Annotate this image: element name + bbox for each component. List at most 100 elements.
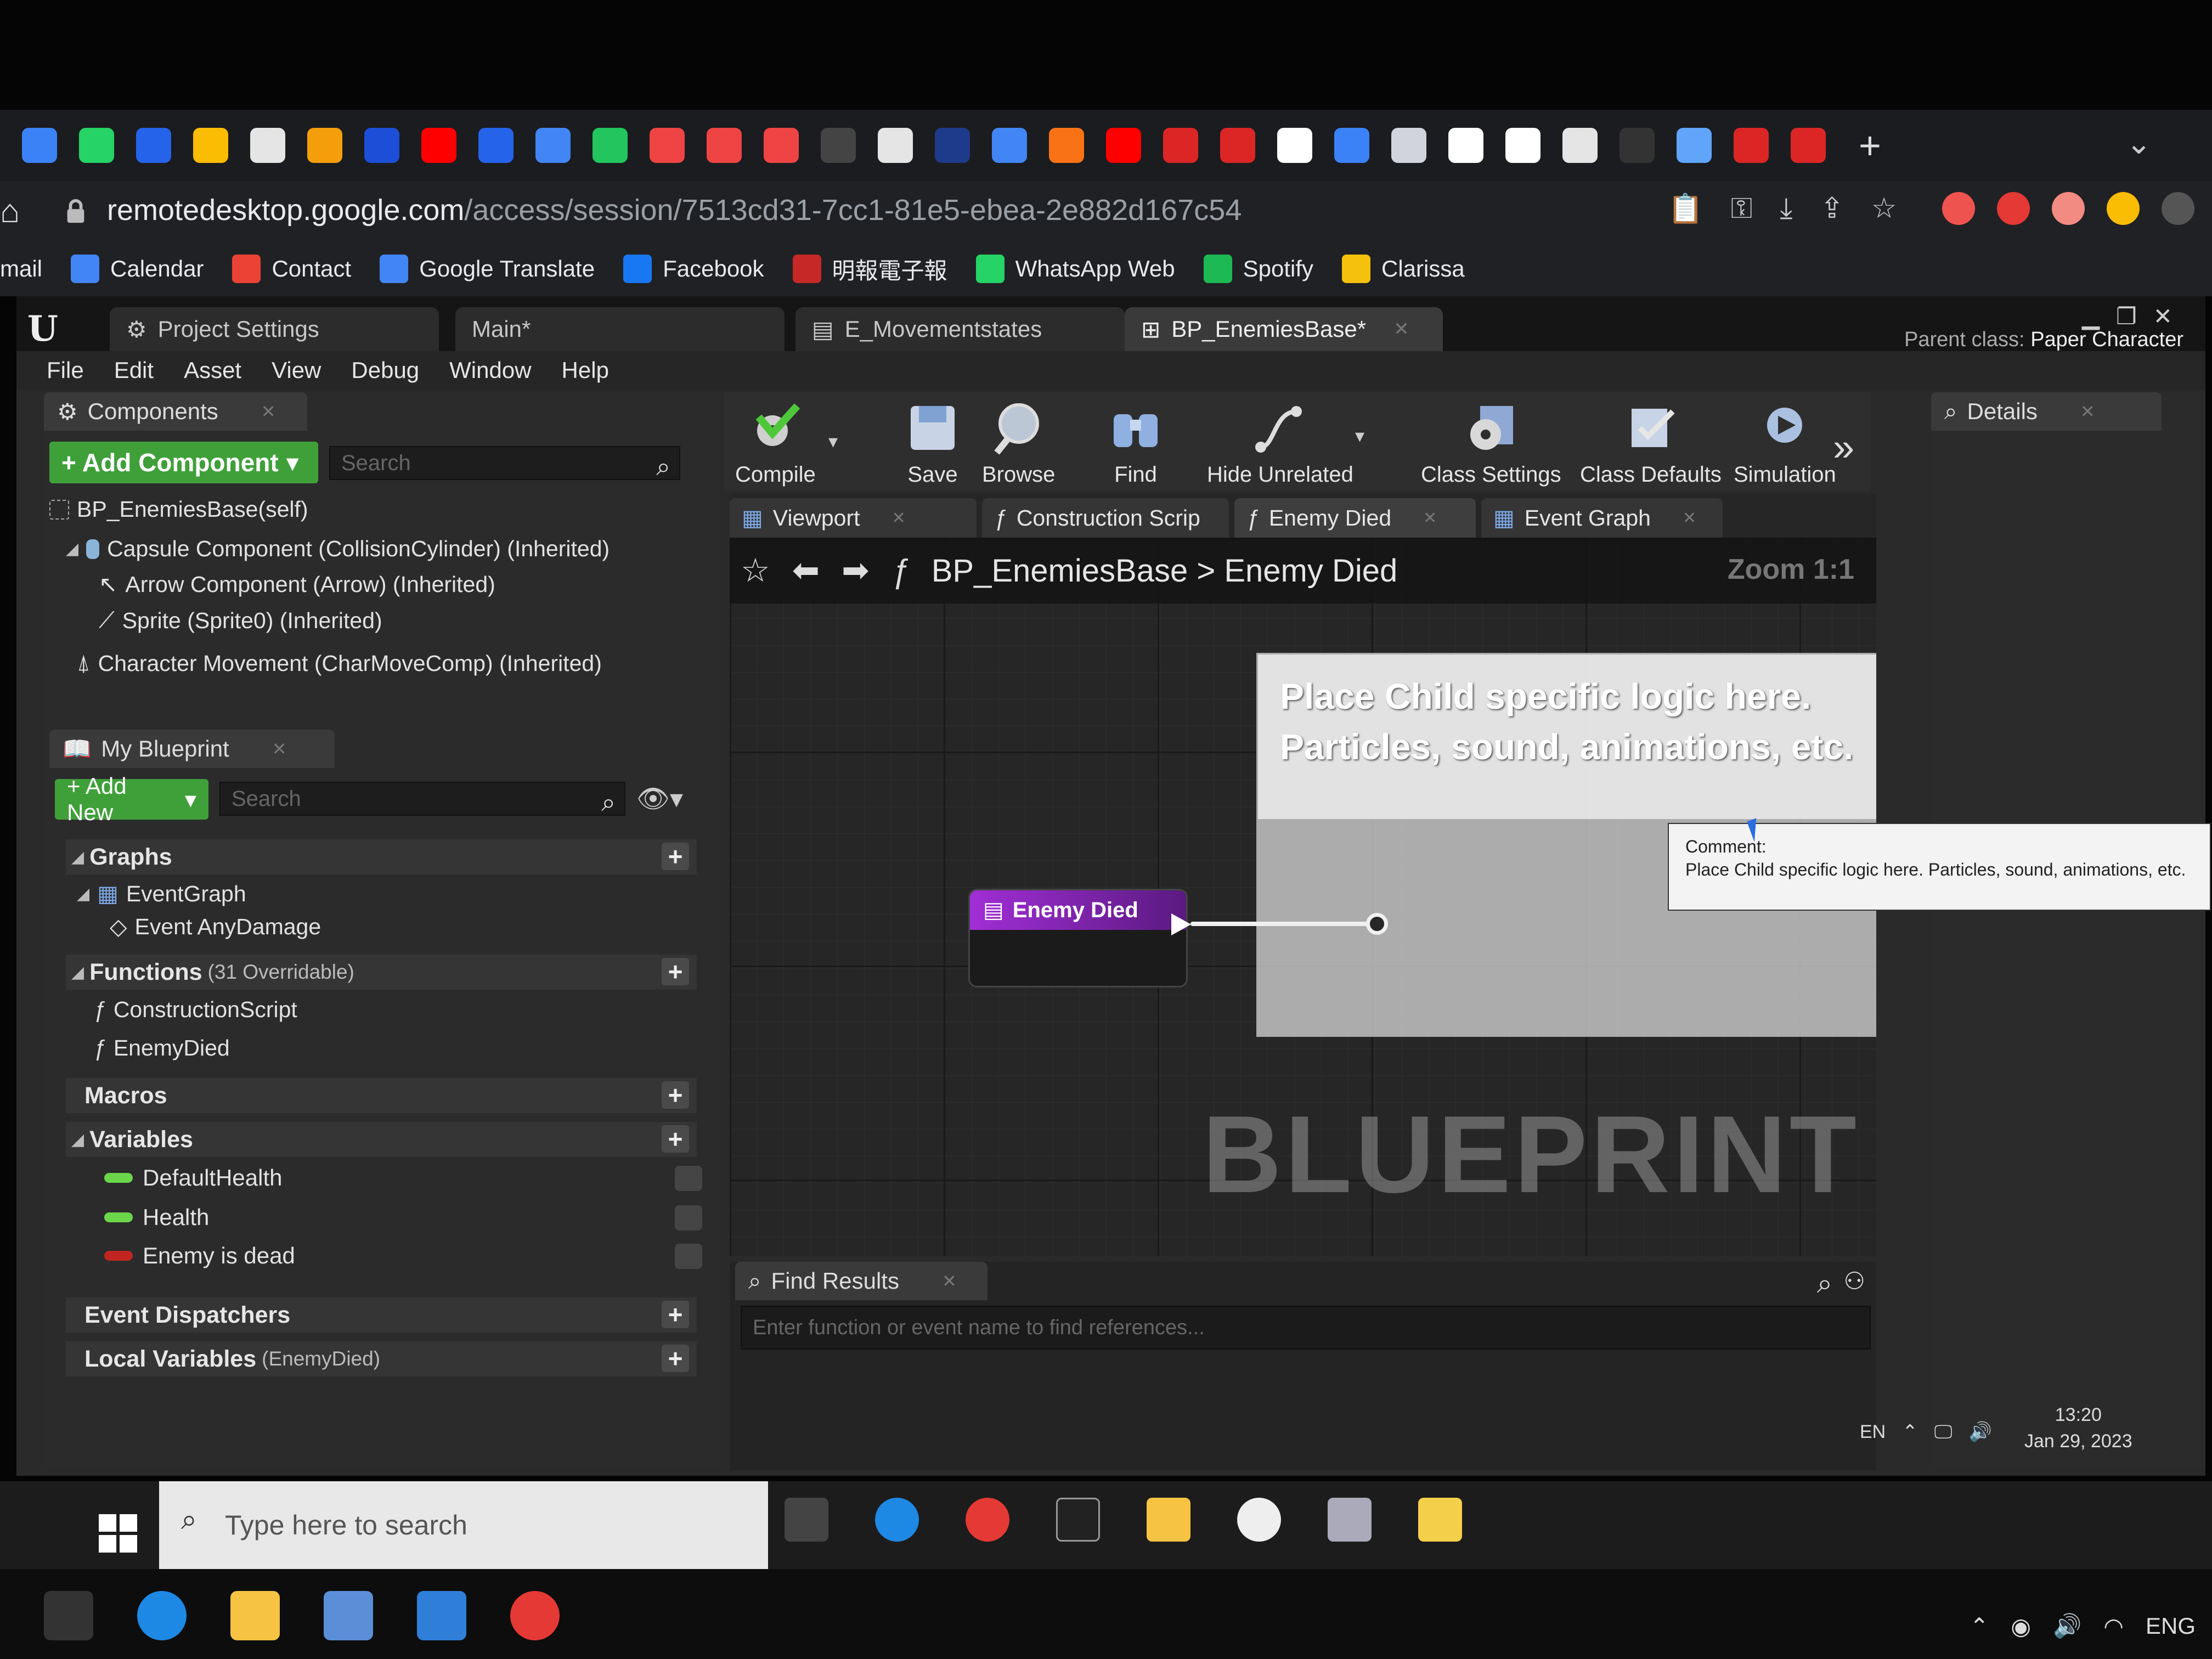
components-tab[interactable]: ⚙ Components ✕ (44, 392, 307, 431)
find-button[interactable]: Find (1103, 398, 1169, 487)
browser-tab-favicon-icon[interactable] (707, 128, 742, 163)
close-icon[interactable]: ✕ (1423, 509, 1437, 528)
bookmark-item[interactable]: 明報電子報 (792, 252, 947, 286)
exec-pin-icon[interactable] (1171, 913, 1191, 935)
lock-icon[interactable] (65, 199, 87, 224)
power-icon[interactable] (2162, 192, 2194, 225)
expand-triangle-icon[interactable]: ◢ (66, 539, 78, 558)
browser-tab-favicon-icon[interactable] (22, 128, 57, 163)
close-icon[interactable]: ✕ (261, 401, 276, 422)
camera-icon[interactable]: ◉ (2011, 1613, 2031, 1640)
epic-games-icon[interactable] (1056, 1498, 1100, 1542)
search-icon[interactable]: ⌕ (1817, 1267, 1832, 1300)
enemy-died-node[interactable]: ▤ Enemy Died (968, 889, 1188, 988)
chrome-icon[interactable] (510, 1591, 560, 1640)
close-icon[interactable]: ✕ (2080, 401, 2095, 422)
browser-tab-favicon-icon[interactable] (878, 128, 913, 163)
expand-triangle-icon[interactable]: ◢ (71, 1130, 84, 1149)
close-icon[interactable]: ✕ (1683, 509, 1696, 528)
browser-tab-favicon-icon[interactable] (1334, 128, 1369, 163)
star-icon[interactable]: ☆ (741, 551, 770, 590)
expand-triangle-icon[interactable]: ◢ (77, 884, 89, 904)
wifi-icon[interactable]: ◠ (2103, 1613, 2124, 1640)
browser-tab-favicon-icon[interactable] (1163, 128, 1198, 163)
chevron-up-icon[interactable]: ⌃ (1902, 1421, 1918, 1443)
share-icon[interactable]: ⇪ (1820, 192, 1844, 225)
expand-triangle-icon[interactable]: ◢ (71, 848, 84, 867)
taskbar-search-input[interactable]: ⌕ Type here to search (159, 1481, 768, 1569)
browser-tab-favicon-icon[interactable] (1391, 128, 1426, 163)
chrome-icon[interactable] (966, 1498, 1009, 1542)
tab-bp-enemiesbase[interactable]: ⊞ BP_EnemiesBase* ✕ (1125, 307, 1443, 351)
browser-tab-favicon-icon[interactable] (592, 128, 628, 163)
volume-icon[interactable]: 🔊 (1969, 1421, 1992, 1443)
new-tab-button[interactable]: + (1859, 123, 1881, 167)
unreal-engine-icon[interactable] (1237, 1498, 1281, 1542)
extension-icon[interactable] (2107, 192, 2140, 225)
browser-tab-favicon-icon[interactable] (1505, 128, 1541, 163)
extension-icon[interactable] (1997, 192, 2030, 225)
browser-tab-favicon-icon[interactable] (650, 128, 685, 163)
minimize-button[interactable]: ▁ (2082, 303, 2100, 330)
bookmark-item[interactable]: Contact (232, 255, 351, 283)
class-defaults-button[interactable]: Class Defaults (1580, 398, 1722, 487)
add-function-button[interactable]: + (662, 957, 689, 986)
file-explorer-icon[interactable] (1147, 1498, 1190, 1542)
browser-tab-favicon-icon[interactable] (535, 128, 571, 163)
close-icon[interactable]: ✕ (892, 509, 906, 528)
find-results-input[interactable]: Enter function or event name to find ref… (741, 1306, 1871, 1350)
compile-options-chevron-icon[interactable]: ▾ (828, 431, 838, 453)
browser-tab-favicon-icon[interactable] (1791, 128, 1826, 163)
browser-tab-favicon-icon[interactable] (478, 128, 514, 163)
visibility-eye-icon[interactable]: 👁▾ (636, 783, 683, 814)
browser-tab-favicon-icon[interactable] (1562, 128, 1598, 163)
mail-icon[interactable] (417, 1591, 466, 1640)
details-tab[interactable]: ⌕ Details ✕ (1931, 392, 2162, 431)
node-header[interactable]: ▤ Enemy Died (970, 890, 1186, 930)
compile-button[interactable]: Compile (735, 398, 816, 487)
tab-project-settings[interactable]: ⚙ Project Settings (110, 307, 439, 351)
binoculars-icon[interactable]: ⚇ (1844, 1267, 1865, 1295)
menu-item-window[interactable]: Window (449, 357, 531, 383)
bookmark-item[interactable]: Facebook (623, 255, 764, 283)
bookmark-item[interactable]: Calendar (71, 255, 204, 283)
enemy-died-function-item[interactable]: ƒ EnemyDied (93, 1035, 230, 1061)
add-macro-button[interactable]: + (662, 1081, 689, 1109)
find-results-tab[interactable]: ⌕ Find Results ✕ (735, 1262, 988, 1300)
variable-visibility-eye-icon[interactable] (675, 1244, 702, 1269)
breadcrumb-root[interactable]: BP_EnemiesBase (932, 553, 1188, 589)
add-variable-button[interactable]: + (662, 1125, 689, 1153)
browser-tab-favicon-icon[interactable] (364, 128, 399, 163)
sticky-notes-icon[interactable] (1418, 1498, 1462, 1542)
remote-language-indicator[interactable]: EN (1860, 1421, 1886, 1443)
breadcrumb-leaf[interactable]: Enemy Died (1224, 553, 1397, 589)
add-new-button[interactable]: + Add New ▾ (55, 773, 208, 825)
task-view-icon[interactable] (44, 1591, 93, 1640)
microsoft-store-icon[interactable] (324, 1591, 373, 1640)
home-icon[interactable]: ⌂ (0, 192, 20, 230)
close-button[interactable]: ✕ (2153, 303, 2172, 330)
menu-item-debug[interactable]: Debug (351, 357, 419, 383)
browser-tab-favicon-icon[interactable] (935, 128, 970, 163)
bookmark-item[interactable]: Google Translate (380, 255, 595, 283)
back-arrow-icon[interactable]: ⬅ (792, 551, 820, 590)
browser-tab-favicon-icon[interactable] (421, 128, 456, 163)
browser-tab-favicon-icon[interactable] (821, 128, 856, 163)
browser-tab-favicon-icon[interactable] (1677, 128, 1712, 163)
add-component-button[interactable]: + Add Component ▾ (49, 442, 318, 483)
key-icon[interactable]: ⚿ (1731, 192, 1753, 225)
simulation-button[interactable]: Simulation (1734, 398, 1836, 487)
network-icon[interactable]: 🖵 (1934, 1421, 1953, 1443)
local-language-indicator[interactable]: ENG (2146, 1613, 2196, 1640)
add-dispatcher-button[interactable]: + (662, 1300, 689, 1329)
menu-item-view[interactable]: View (272, 357, 321, 383)
bookmark-item[interactable]: mail (0, 256, 42, 282)
hide-unrelated-button[interactable]: Hide Unrelated (1207, 398, 1353, 487)
menu-item-asset[interactable]: Asset (184, 357, 241, 383)
comment-text[interactable]: Place Child specific logic here. Particl… (1258, 654, 1876, 819)
browser-tab-favicon-icon[interactable] (1220, 128, 1255, 163)
component-capsule[interactable]: ◢ Capsule Component (CollisionCylinder) (… (66, 536, 610, 562)
forward-arrow-icon[interactable]: ➡ (842, 551, 869, 590)
tab-event-graph[interactable]: ▦ Event Graph ✕ (1481, 498, 1723, 538)
component-arrow[interactable]: ↖ Arrow Component (Arrow) (Inherited) (99, 571, 495, 597)
